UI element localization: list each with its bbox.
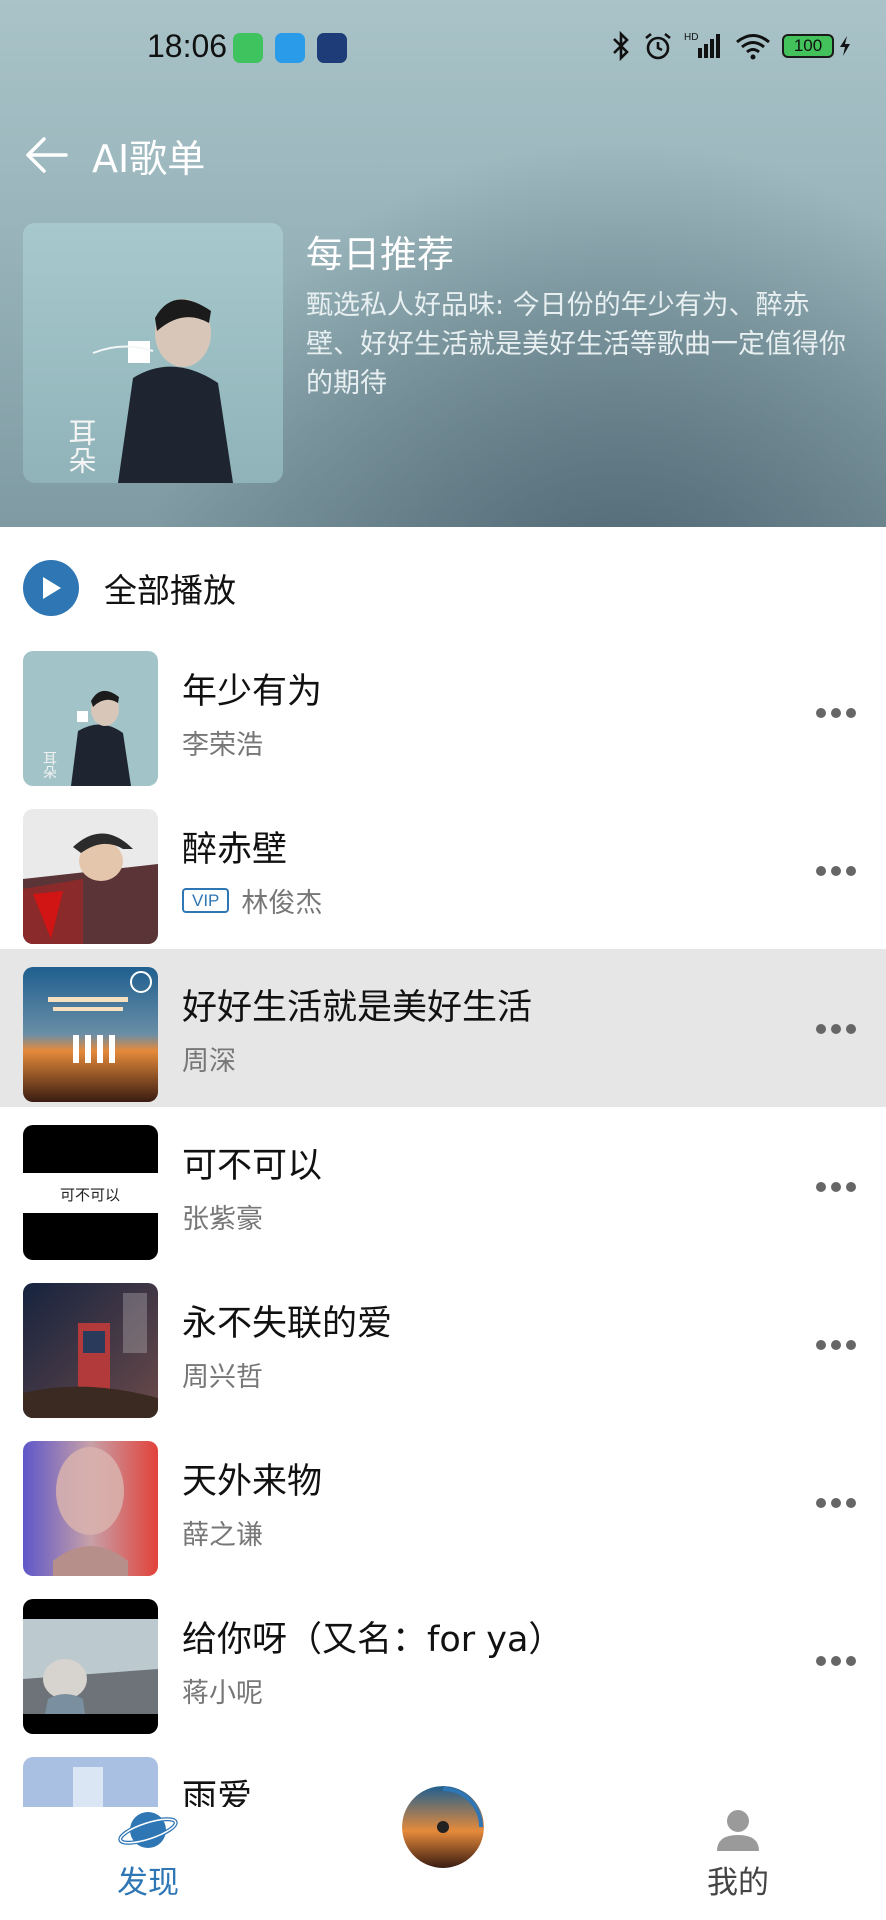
- app-notification-icon: [317, 33, 347, 63]
- song-title: 给你呀（又名：for ya）: [182, 1620, 564, 1660]
- back-button[interactable]: [22, 130, 72, 180]
- alarm-icon: [645, 32, 671, 60]
- more-options-button[interactable]: [816, 703, 856, 723]
- song-artist: 周兴哲: [182, 1362, 263, 1393]
- song-artist: 薛之谦: [182, 1520, 263, 1551]
- nav-discover-label: 发现: [117, 1865, 179, 1901]
- playlist-header: 18:06 HD 100 AI歌单 耳朵 每日推荐 甄选私人好品味: 今日份的年…: [0, 0, 886, 527]
- wifi-icon: [736, 34, 770, 60]
- song-artist-line: VIP 林俊杰: [182, 881, 322, 920]
- song-artist-line: 薛之谦: [182, 1513, 263, 1552]
- arrow-left-icon: [26, 137, 68, 173]
- song-title: 醉赤壁: [182, 830, 288, 870]
- battery-level: 100: [782, 34, 834, 58]
- song-title: 天外来物: [182, 1462, 323, 1502]
- song-row[interactable]: 给你呀（又名：for ya） 蒋小呢: [0, 1581, 886, 1739]
- bluetooth-icon: [613, 30, 629, 62]
- nav-mine[interactable]: 我的: [678, 1807, 798, 1920]
- play-all-button[interactable]: 全部播放: [23, 560, 236, 616]
- song-artist: 张紫豪: [182, 1204, 263, 1235]
- cloud-notification-icon: [275, 33, 305, 63]
- song-artist-line: 蒋小呢: [182, 1671, 263, 1710]
- more-options-button[interactable]: [816, 1177, 856, 1197]
- playlist-description: 甄选私人好品味: 今日份的年少有为、醉赤壁、好好生活就是美好生活等歌曲一定值得你…: [306, 290, 846, 399]
- charging-icon: [840, 36, 850, 56]
- nav-discover[interactable]: 发现: [88, 1807, 208, 1920]
- album-cover: [23, 1441, 158, 1576]
- more-options-button[interactable]: [816, 1651, 856, 1671]
- album-cover: [23, 1757, 158, 1807]
- status-bar: 18:06 HD 100: [0, 0, 886, 96]
- album-cover: 耳朵: [23, 651, 158, 786]
- song-artist-line: 周深: [182, 1039, 236, 1078]
- battery-indicator: 100: [782, 34, 852, 58]
- song-row[interactable]: 可不可以 可不可以 张紫豪: [0, 1107, 886, 1265]
- vip-badge: VIP: [182, 888, 230, 913]
- playlist-cover: 耳朵: [23, 223, 283, 483]
- page-title: AI歌单: [92, 137, 206, 181]
- song-title: 永不失联的爱: [182, 1304, 393, 1344]
- network-type: HD: [684, 32, 698, 43]
- album-cover: [23, 809, 158, 944]
- album-cover: [23, 967, 158, 1102]
- play-icon: [23, 560, 79, 616]
- wechat-notification-icon: [233, 33, 263, 63]
- planet-icon: [118, 1812, 178, 1848]
- song-artist-line: 李荣浩: [182, 723, 263, 762]
- song-artist: 李荣浩: [182, 730, 263, 761]
- now-playing-disc[interactable]: [402, 1786, 484, 1868]
- album-cover: [23, 1283, 158, 1418]
- album-cover: 可不可以: [23, 1125, 158, 1260]
- nav-mine-label: 我的: [707, 1865, 769, 1901]
- more-options-button[interactable]: [816, 1493, 856, 1513]
- more-options-button[interactable]: [816, 1335, 856, 1355]
- song-title: 可不可以: [182, 1146, 323, 1186]
- song-row[interactable]: 永不失联的爱 周兴哲: [0, 1265, 886, 1423]
- song-row-active[interactable]: 好好生活就是美好生活 周深: [0, 949, 886, 1107]
- album-cover: [23, 1599, 158, 1734]
- song-title: 雨爱: [182, 1778, 253, 1807]
- song-artist: 林俊杰: [241, 888, 323, 919]
- playlist-heading: 每日推荐: [306, 233, 454, 276]
- song-row[interactable]: 醉赤壁 VIP 林俊杰: [0, 791, 886, 949]
- play-all-label: 全部播放: [104, 571, 236, 610]
- song-artist-line: 张紫豪: [182, 1197, 263, 1236]
- song-artist: 周深: [182, 1046, 236, 1077]
- status-time: 18:06: [147, 28, 228, 64]
- signal-icon: HD: [684, 32, 720, 58]
- cover-title-text: 耳朵: [41, 751, 57, 779]
- song-row[interactable]: 耳朵 年少有为 李荣浩: [0, 633, 886, 791]
- person-icon: [717, 1810, 759, 1851]
- more-options-button[interactable]: [816, 1019, 856, 1039]
- song-artist: 蒋小呢: [182, 1678, 263, 1709]
- song-artist-line: 周兴哲: [182, 1355, 263, 1394]
- more-options-button[interactable]: [816, 861, 856, 881]
- song-row[interactable]: 天外来物 薛之谦: [0, 1423, 886, 1581]
- cover-title-text: 可不可以: [60, 1186, 120, 1204]
- cover-title-text: 耳朵: [65, 418, 98, 474]
- song-title: 好好生活就是美好生活: [182, 988, 533, 1028]
- song-title: 年少有为: [182, 672, 323, 712]
